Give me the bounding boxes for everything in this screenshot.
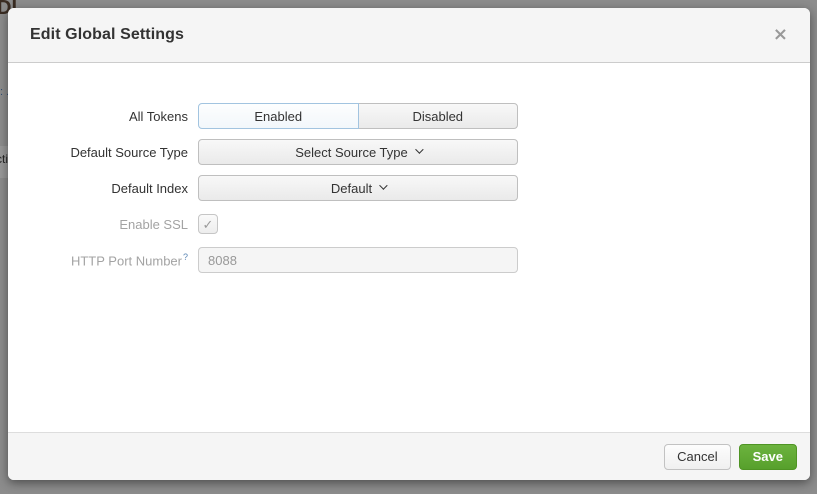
default-index-row: Default Index Default [8,175,810,201]
default-source-type-dropdown[interactable]: Select Source Type [198,139,518,165]
dialog-body: All Tokens Enabled Disabled Default Sour… [8,63,810,432]
all-tokens-row: All Tokens Enabled Disabled [8,103,810,129]
close-icon[interactable]: × [773,26,788,44]
dialog-title: Edit Global Settings [30,26,184,44]
chevron-down-icon [379,181,387,189]
edit-global-settings-dialog: Edit Global Settings × All Tokens Enable… [8,8,810,480]
enable-ssl-checkbox[interactable]: ✓ [198,214,218,234]
default-source-type-value: Select Source Type [295,145,408,160]
default-index-label: Default Index [8,181,198,196]
dialog-footer: Cancel Save [8,432,810,480]
all-tokens-disabled-button[interactable]: Disabled [358,103,519,129]
save-button[interactable]: Save [739,444,797,470]
http-port-row: HTTP Port Number? [8,247,810,273]
help-question-icon: ? [183,252,188,262]
default-source-type-row: Default Source Type Select Source Type [8,139,810,165]
default-index-dropdown[interactable]: Default [198,175,518,201]
chevron-down-icon [415,145,423,153]
cancel-button[interactable]: Cancel [664,444,730,470]
dialog-header: Edit Global Settings × [8,8,810,63]
all-tokens-label: All Tokens [8,109,198,124]
background-content-band [0,146,8,178]
default-source-type-label: Default Source Type [8,145,198,160]
http-port-label: HTTP Port Number? [8,252,198,268]
all-tokens-enabled-button[interactable]: Enabled [198,103,359,129]
background-text-fragment: cti [0,152,8,166]
enable-ssl-label: Enable SSL [8,217,198,232]
all-tokens-toggle: Enabled Disabled [198,103,518,129]
checkmark-icon: ✓ [203,218,214,231]
default-index-value: Default [331,181,372,196]
http-port-input[interactable] [198,247,518,273]
enable-ssl-row: Enable SSL ✓ [8,211,810,237]
